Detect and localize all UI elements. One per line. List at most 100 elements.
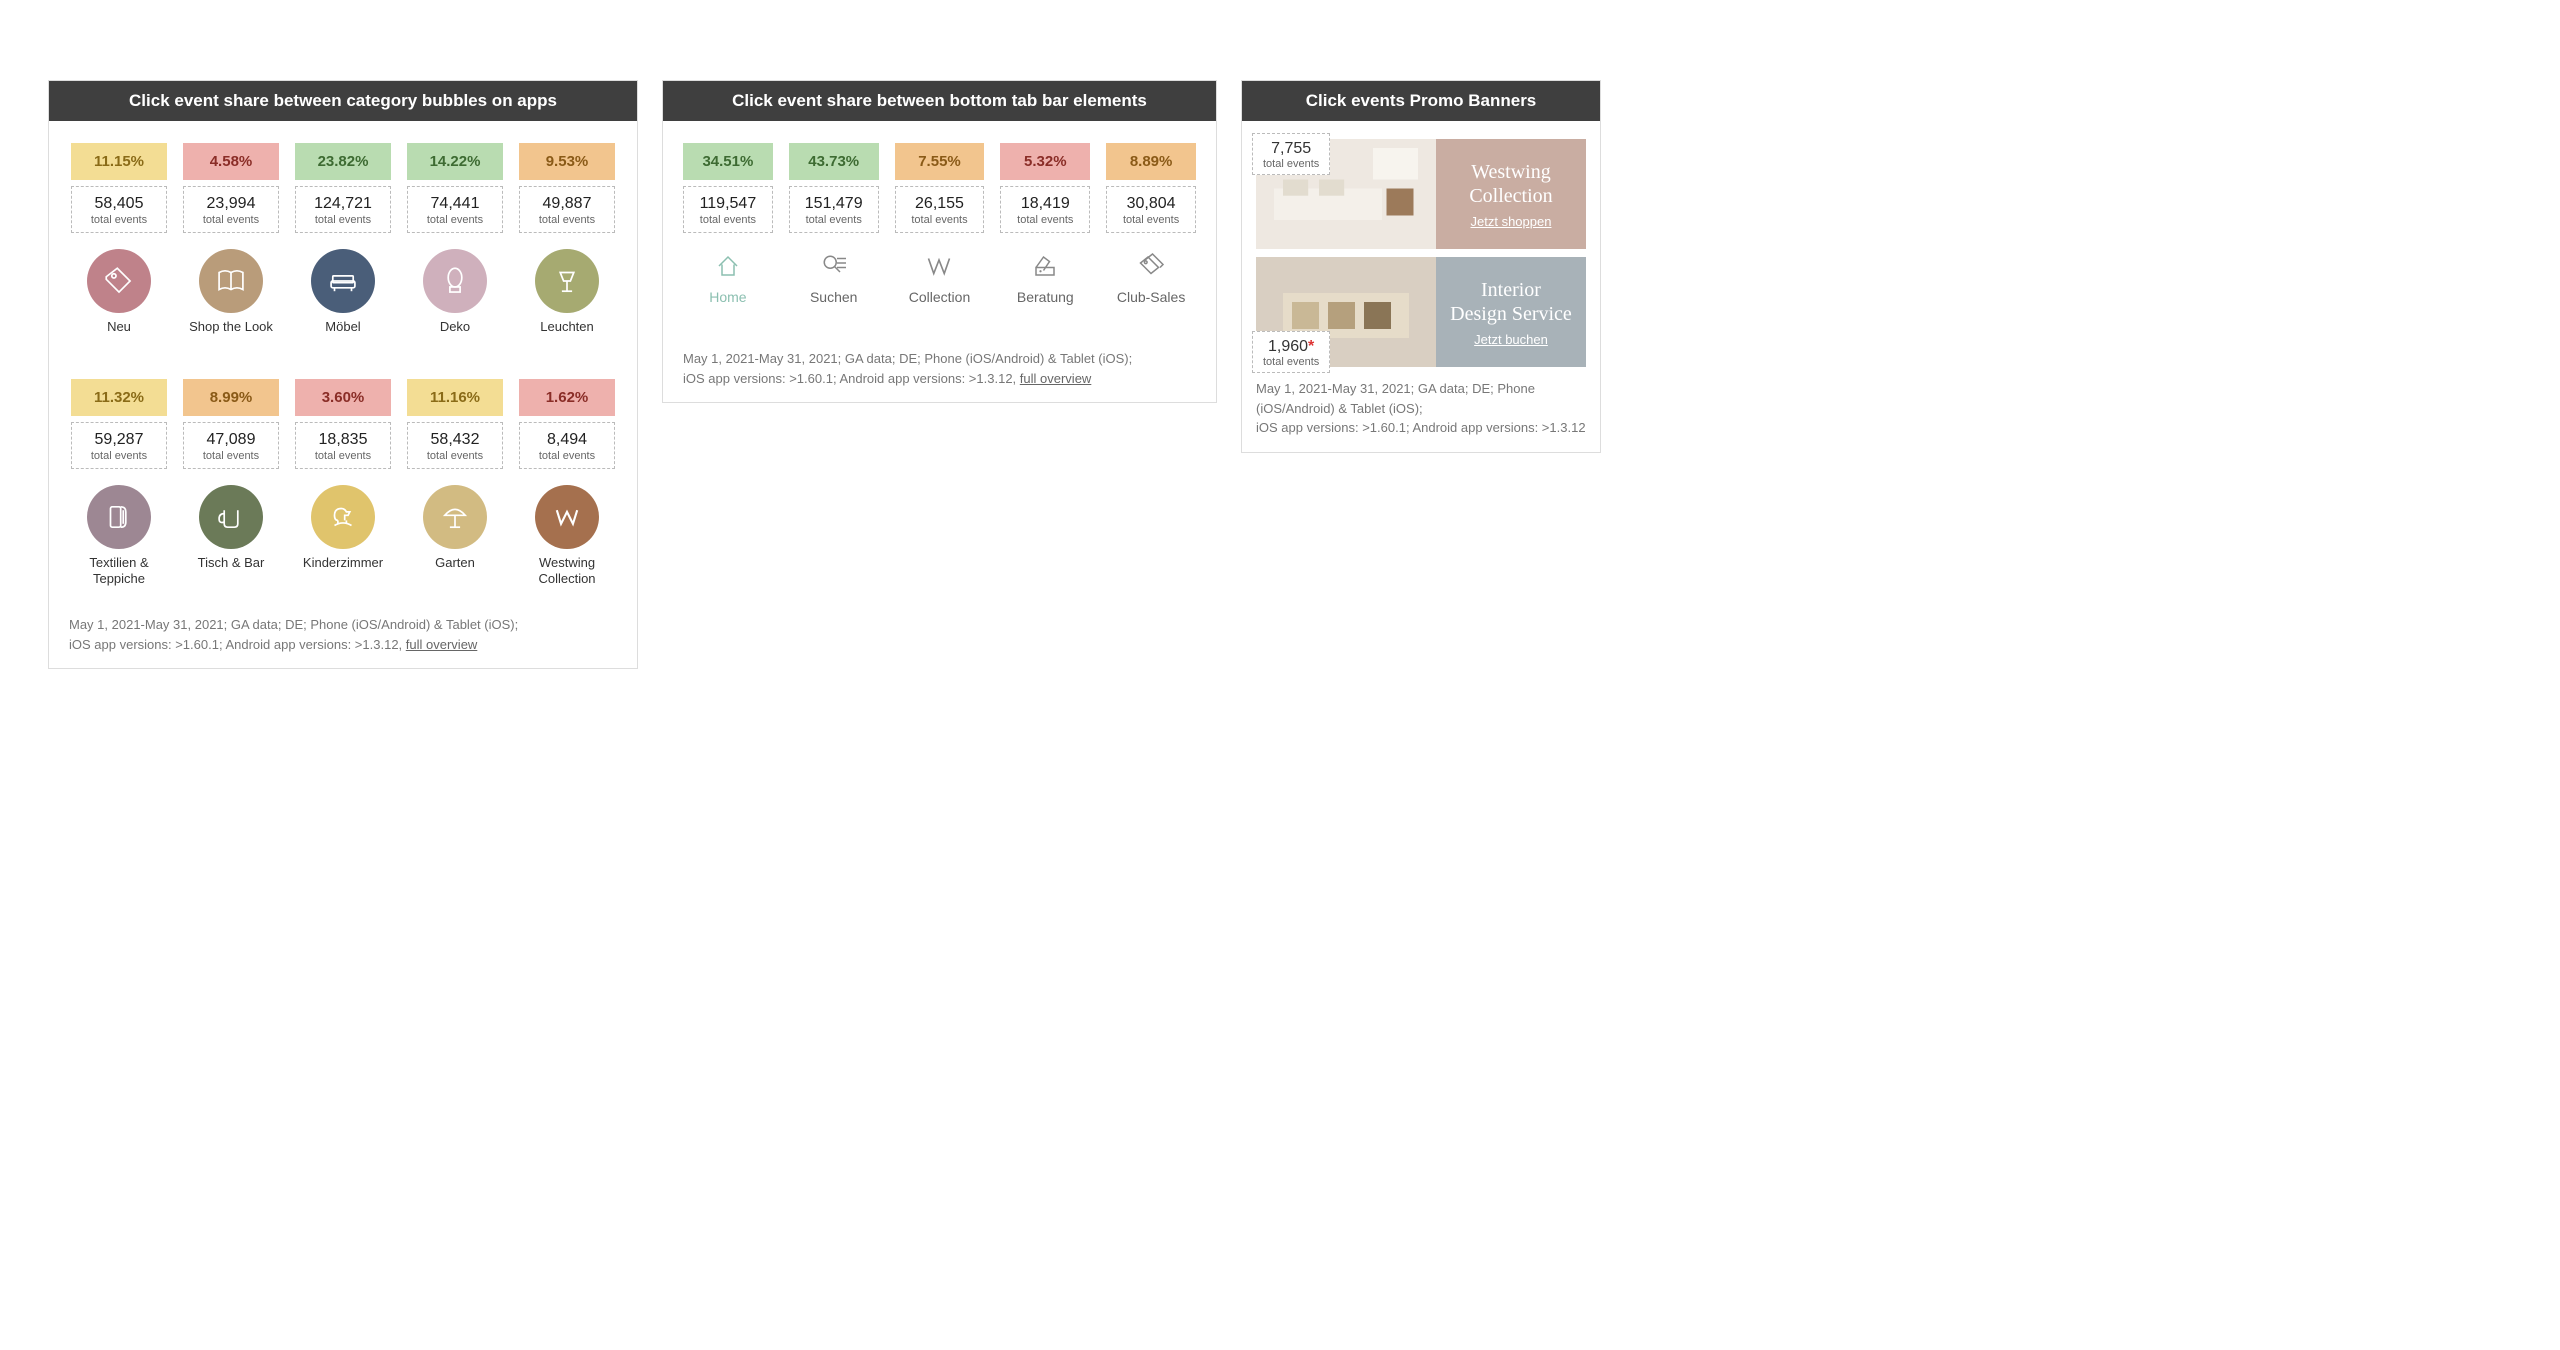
tab-label: Beratung xyxy=(1017,289,1074,305)
promo-text-panel: InteriorDesign Service Jetzt buchen xyxy=(1436,257,1586,367)
events-count-box: 124,721 total events xyxy=(295,186,391,233)
category-item: 11.32% 59,287 total events Textilien & T… xyxy=(71,379,167,587)
category-label: Kinderzimmer xyxy=(303,555,383,587)
footnote-line2: iOS app versions: >1.60.1; Android app v… xyxy=(1256,420,1586,435)
mirror-icon[interactable] xyxy=(423,249,487,313)
card-promo-banners: Click events Promo Banners 7,755 total e… xyxy=(1241,80,1601,453)
events-count: 7,755 xyxy=(1263,140,1319,158)
events-label: total events xyxy=(896,214,984,226)
category-row-2: 11.32% 59,287 total events Textilien & T… xyxy=(69,379,617,587)
percentage-value: 11.32% xyxy=(71,379,167,416)
home-icon[interactable] xyxy=(709,247,747,285)
events-label: total events xyxy=(296,450,390,462)
events-count: 8,494 xyxy=(520,431,614,449)
percentage-value: 8.89% xyxy=(1106,143,1196,180)
events-count-box: 1,960* total events xyxy=(1252,331,1330,373)
horse-icon[interactable] xyxy=(311,485,375,549)
card-category-bubbles: Click event share between category bubbl… xyxy=(48,80,638,669)
percentage-value: 14.22% xyxy=(407,143,503,180)
events-label: total events xyxy=(408,450,502,462)
umbrella-icon[interactable] xyxy=(423,485,487,549)
category-item: 14.22% 74,441 total events Deko xyxy=(407,143,503,351)
events-count: 124,721 xyxy=(296,195,390,213)
events-label: total events xyxy=(184,214,278,226)
card-body: 11.15% 58,405 total events Neu 4.58% 23,… xyxy=(49,121,637,668)
footnote-line1: May 1, 2021-May 31, 2021; GA data; DE; P… xyxy=(69,617,518,632)
promo-banner[interactable]: 1,960* total events InteriorDesign Servi… xyxy=(1256,257,1586,367)
events-count-box: 47,089 total events xyxy=(183,422,279,469)
footnote: May 1, 2021-May 31, 2021; GA data; DE; P… xyxy=(69,615,617,654)
category-item: 3.60% 18,835 total events Kinderzimmer xyxy=(295,379,391,587)
events-label: total events xyxy=(520,450,614,462)
tab-label: Club-Sales xyxy=(1117,289,1185,305)
textile-icon[interactable] xyxy=(87,485,151,549)
card-body: 34.51% 119,547 total events Home 43.73% … xyxy=(663,121,1216,402)
lamp-icon[interactable] xyxy=(535,249,599,313)
category-label: Westwing Collection xyxy=(519,555,615,587)
events-count: 58,405 xyxy=(72,195,166,213)
tags-icon[interactable] xyxy=(1132,247,1170,285)
events-label: total events xyxy=(296,214,390,226)
category-item: 8.99% 47,089 total events Tisch & Bar xyxy=(183,379,279,587)
promo-cta-link[interactable]: Jetzt buchen xyxy=(1474,332,1548,347)
events-count: 23,994 xyxy=(184,195,278,213)
w-icon[interactable] xyxy=(535,485,599,549)
percentage-value: 3.60% xyxy=(295,379,391,416)
swatch-icon[interactable] xyxy=(1026,247,1064,285)
promo-cta-link[interactable]: Jetzt shoppen xyxy=(1471,214,1552,229)
tab-row: 34.51% 119,547 total events Home 43.73% … xyxy=(683,143,1196,305)
tab-label: Collection xyxy=(909,289,970,305)
events-label: total events xyxy=(72,450,166,462)
percentage-value: 4.58% xyxy=(183,143,279,180)
events-label: total events xyxy=(1263,158,1319,170)
percentage-value: 9.53% xyxy=(519,143,615,180)
footnote-line2-prefix: iOS app versions: >1.60.1; Android app v… xyxy=(683,371,1020,386)
category-label: Textilien & Teppiche xyxy=(71,555,167,587)
category-row-1: 11.15% 58,405 total events Neu 4.58% 23,… xyxy=(69,143,617,351)
events-label: total events xyxy=(72,214,166,226)
events-count-box: 151,479 total events xyxy=(789,186,879,233)
percentage-value: 43.73% xyxy=(789,143,879,180)
events-count: 47,089 xyxy=(184,431,278,449)
category-item: 9.53% 49,887 total events Leuchten xyxy=(519,143,615,351)
events-label: total events xyxy=(790,214,878,226)
events-count-box: 74,441 total events xyxy=(407,186,503,233)
tag-icon[interactable] xyxy=(87,249,151,313)
category-label: Shop the Look xyxy=(189,319,273,351)
events-label: total events xyxy=(1107,214,1195,226)
tab-item: 8.89% 30,804 total events Club-Sales xyxy=(1106,143,1196,305)
book-icon[interactable] xyxy=(199,249,263,313)
promo-banner[interactable]: 7,755 total events WestwingCollection Je… xyxy=(1256,139,1586,249)
w-thin-icon[interactable] xyxy=(920,247,958,285)
events-count: 18,835 xyxy=(296,431,390,449)
events-count: 151,479 xyxy=(790,195,878,213)
category-label: Neu xyxy=(107,319,131,351)
events-count: 74,441 xyxy=(408,195,502,213)
events-count: 26,155 xyxy=(896,195,984,213)
promo-title: WestwingCollection xyxy=(1469,160,1552,208)
footnote: May 1, 2021-May 31, 2021; GA data; DE; P… xyxy=(1256,379,1586,438)
events-count-box: 8,494 total events xyxy=(519,422,615,469)
category-label: Garten xyxy=(435,555,475,587)
category-item: 11.15% 58,405 total events Neu xyxy=(71,143,167,351)
full-overview-link[interactable]: full overview xyxy=(406,637,478,652)
dashboard-row: Click event share between category bubbl… xyxy=(48,80,2512,669)
events-count-box: 26,155 total events xyxy=(895,186,985,233)
full-overview-link[interactable]: full overview xyxy=(1020,371,1092,386)
percentage-value: 1.62% xyxy=(519,379,615,416)
promo-list: 7,755 total events WestwingCollection Je… xyxy=(1256,139,1586,367)
events-count-box: 59,287 total events xyxy=(71,422,167,469)
events-count-box: 18,835 total events xyxy=(295,422,391,469)
search-icon[interactable] xyxy=(815,247,853,285)
cup-icon[interactable] xyxy=(199,485,263,549)
category-item: 23.82% 124,721 total events Möbel xyxy=(295,143,391,351)
events-count: 30,804 xyxy=(1107,195,1195,213)
events-count-box: 49,887 total events xyxy=(519,186,615,233)
footnote-line1: May 1, 2021-May 31, 2021; GA data; DE; P… xyxy=(683,351,1132,366)
tab-label: Home xyxy=(709,289,746,305)
footnote: May 1, 2021-May 31, 2021; GA data; DE; P… xyxy=(683,349,1196,388)
tab-item: 43.73% 151,479 total events Suchen xyxy=(789,143,879,305)
sofa-icon[interactable] xyxy=(311,249,375,313)
card-tabbar: Click event share between bottom tab bar… xyxy=(662,80,1217,403)
events-count: 59,287 xyxy=(72,431,166,449)
